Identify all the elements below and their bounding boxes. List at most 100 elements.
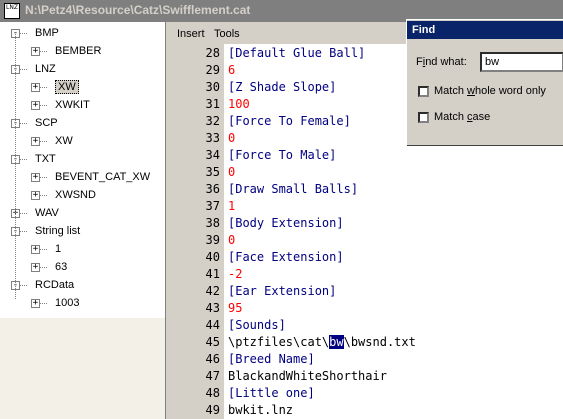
window-title: N:\Petz4\Resource\Catz\Swifflement.cat: [25, 3, 251, 17]
tree-connector: [20, 69, 27, 70]
line-number: 40: [205, 250, 220, 264]
find-dialog-title: Find: [407, 21, 563, 39]
tree-node-label[interactable]: XW: [55, 79, 79, 96]
tree-node-label[interactable]: XW: [55, 133, 73, 150]
code-line: [Z Shade Slope]: [228, 80, 337, 94]
code-line: 0: [228, 131, 236, 145]
tree-connector: [40, 141, 47, 142]
code-line: [Force To Female]: [228, 114, 351, 128]
line-number-gutter: 28 29 30 31 32 33 34 35 36 37 38 39 40 41 42 43 44 45 46 47…: [173, 44, 224, 419]
expand-toggle-icon[interactable]: +: [31, 47, 40, 56]
tree-connector: [40, 177, 47, 178]
tree-node-label[interactable]: RCData: [35, 277, 74, 294]
tree-node-text: XW: [55, 80, 79, 94]
line-number: 45: [205, 335, 220, 349]
resource-tree[interactable]: - BMP + BEMBER - LNZ + XW + XWKIT - SCP + XW - TXT + BEVE…: [0, 22, 166, 419]
match-case-checkbox[interactable]: [418, 112, 429, 123]
code-line: 0: [228, 165, 236, 179]
tree-connector: [40, 87, 47, 88]
line-number: 32: [205, 114, 220, 128]
expand-toggle-icon[interactable]: +: [31, 191, 40, 200]
code-line: [Face Extension]: [228, 250, 344, 264]
expand-toggle-icon[interactable]: +: [31, 83, 40, 92]
tree-node-text: String list: [35, 225, 81, 237]
find-what-label: Find what:: [416, 56, 467, 68]
tree-node-label[interactable]: TXT: [35, 151, 56, 168]
code-line: bwkit.lnz: [228, 403, 294, 417]
tree-node-label[interactable]: WAV: [35, 205, 59, 222]
line-number: 46: [205, 352, 220, 366]
code-line: [Default Glue Ball]: [228, 46, 366, 60]
tree-node-text: BEVENT_CAT_XW: [55, 171, 151, 183]
tree-node-text: XW: [55, 135, 73, 147]
code-line: 0: [228, 233, 236, 247]
tree-connector: [20, 123, 27, 124]
line-number: 35: [205, 165, 220, 179]
tree-node-label[interactable]: XWKIT: [55, 97, 90, 114]
tree-node-text: XWSND: [55, 189, 96, 201]
tree-connector: [40, 267, 47, 268]
find-what-input[interactable]: [480, 52, 563, 72]
tree-connector: [40, 105, 47, 106]
tree-node-label[interactable]: 63: [55, 259, 67, 276]
tree-empty-area: [0, 318, 165, 419]
tree-connector: [20, 231, 27, 232]
tree-connector: [20, 33, 27, 34]
tree-node-label[interactable]: LNZ: [35, 61, 56, 78]
code-line: [Draw Small Balls]: [228, 182, 359, 196]
tree-node-label[interactable]: 1003: [55, 295, 79, 312]
expand-toggle-icon[interactable]: +: [31, 299, 40, 308]
expand-toggle-icon[interactable]: +: [31, 173, 40, 182]
tree-node-label[interactable]: XWSND: [55, 187, 96, 204]
tree-node-text: LNZ: [35, 63, 56, 75]
line-number: 42: [205, 284, 220, 298]
code-line: -2: [228, 267, 243, 281]
tree-node-label[interactable]: SCP: [35, 115, 58, 132]
match-case-label[interactable]: Match case: [434, 111, 490, 123]
tree-node-label[interactable]: BEMBER: [55, 43, 101, 60]
expand-toggle-icon[interactable]: +: [31, 245, 40, 254]
code-line: [Breed Name]: [228, 352, 315, 366]
expand-toggle-icon[interactable]: +: [31, 137, 40, 146]
expand-toggle-icon[interactable]: +: [31, 263, 40, 272]
menu-tools[interactable]: Tools: [214, 28, 240, 40]
tree-connector: [40, 303, 47, 304]
tree-connector: [20, 285, 27, 286]
code-line: BlackandWhiteShorthair: [228, 369, 387, 383]
tree-node-label[interactable]: 1: [55, 241, 61, 258]
match-whole-word-label[interactable]: Match whole word only: [434, 85, 546, 97]
tree-node-text: WAV: [35, 207, 59, 219]
expand-toggle-icon[interactable]: +: [31, 101, 40, 110]
code-line: 1: [228, 199, 236, 213]
tree-node-text: 1003: [55, 297, 80, 309]
line-number: 48: [205, 386, 220, 400]
line-number: 44: [205, 318, 220, 332]
tree-node-label[interactable]: String list: [35, 223, 80, 240]
tree-connector: [40, 51, 47, 52]
line-number: 49: [205, 403, 220, 417]
line-number: 29: [205, 63, 220, 77]
line-number: 43: [205, 301, 220, 315]
lnz-file-icon: LNZ: [4, 3, 20, 19]
line-number: 47: [205, 369, 220, 383]
line-number: 38: [205, 216, 220, 230]
tree-node-text: SCP: [35, 117, 58, 129]
tree-node-label[interactable]: BMP: [35, 25, 59, 42]
line-number: 41: [205, 267, 220, 281]
tree-connector: [40, 249, 47, 250]
tree-node-text: TXT: [35, 153, 56, 165]
tree-node-label[interactable]: BEVENT_CAT_XW: [55, 169, 150, 186]
code-line: [Body Extension]: [228, 216, 344, 230]
tree-node-text: BMP: [35, 27, 59, 39]
menu-insert[interactable]: Insert: [177, 28, 205, 40]
match-whole-word-checkbox[interactable]: [418, 86, 429, 97]
tree-node-text: 1: [55, 243, 62, 255]
line-number: 28: [205, 46, 220, 60]
line-number: 37: [205, 199, 220, 213]
code-line: [Little one]: [228, 386, 315, 400]
line-number: 34: [205, 148, 220, 162]
tree-node-text: RCData: [35, 279, 75, 291]
line-number: 36: [205, 182, 220, 196]
tree-connector: [20, 213, 27, 214]
code-line: [Sounds]: [228, 318, 286, 332]
